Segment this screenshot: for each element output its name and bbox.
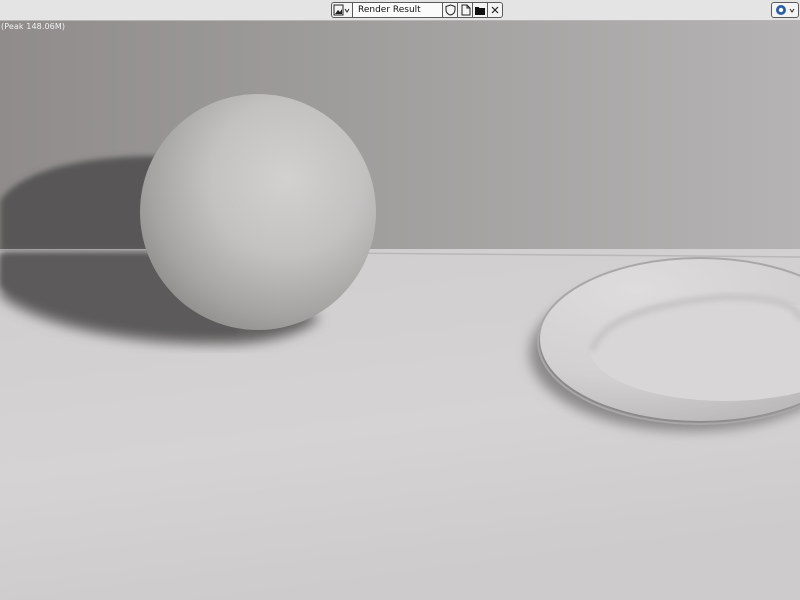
render-result-image: [0, 21, 800, 600]
fake-user-shield-icon: [445, 4, 456, 16]
image-name-field[interactable]: Render Result: [353, 2, 443, 18]
image-browse-icon: [333, 4, 351, 16]
fake-user-button[interactable]: [443, 2, 458, 18]
blender-scene-icon: [774, 4, 798, 16]
render-viewport[interactable]: (Peak 148.06M): [0, 21, 800, 600]
scene-selector-button[interactable]: [771, 2, 799, 18]
image-browse-group: Render Result: [0, 2, 800, 18]
sphere-object: [140, 94, 376, 330]
close-x-icon: [490, 5, 500, 15]
image-browse-button[interactable]: [331, 2, 353, 18]
open-image-button[interactable]: [473, 2, 488, 18]
new-image-button[interactable]: [458, 2, 473, 18]
image-name-text: Render Result: [358, 5, 421, 15]
image-editor-header: Render Result: [0, 0, 800, 21]
unlink-image-button[interactable]: [488, 2, 503, 18]
render-status-text: (Peak 148.06M): [1, 22, 66, 31]
new-image-icon: [460, 4, 471, 16]
open-folder-icon: [474, 5, 486, 16]
